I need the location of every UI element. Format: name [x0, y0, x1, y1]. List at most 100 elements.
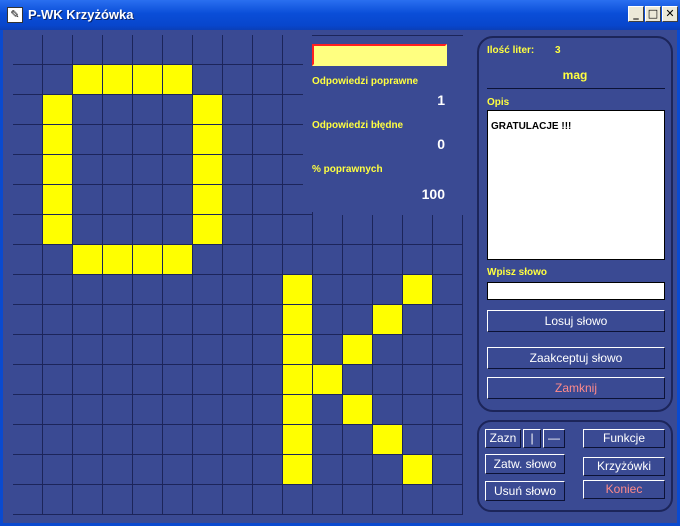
grid-cell[interactable]	[403, 335, 433, 365]
grid-cell[interactable]	[223, 185, 253, 215]
delete-word-button[interactable]: Usuń słowo	[485, 481, 565, 501]
grid-cell[interactable]	[253, 395, 283, 425]
grid-cell[interactable]	[223, 425, 253, 455]
grid-cell[interactable]	[433, 305, 463, 335]
grid-cell[interactable]	[13, 275, 43, 305]
grid-cell-filled[interactable]	[283, 365, 313, 395]
grid-cell[interactable]	[43, 365, 73, 395]
grid-cell-filled[interactable]	[193, 185, 223, 215]
grid-cell[interactable]	[253, 125, 283, 155]
grid-cell[interactable]	[163, 425, 193, 455]
grid-cell[interactable]	[103, 335, 133, 365]
grid-cell-filled[interactable]	[103, 65, 133, 95]
grid-cell[interactable]	[223, 335, 253, 365]
grid-cell[interactable]	[313, 215, 343, 245]
grid-cell[interactable]	[73, 425, 103, 455]
grid-cell-filled[interactable]	[193, 125, 223, 155]
accept-word-button[interactable]: Zaakceptuj słowo	[487, 347, 665, 369]
grid-cell[interactable]	[343, 215, 373, 245]
grid-cell[interactable]	[13, 185, 43, 215]
grid-cell[interactable]	[193, 65, 223, 95]
grid-cell[interactable]	[313, 455, 343, 485]
grid-cell-filled[interactable]	[73, 65, 103, 95]
grid-cell[interactable]	[43, 275, 73, 305]
title-bar[interactable]: ✎ P-WK Krzyżówka _ □ ✕	[0, 0, 680, 30]
grid-cell[interactable]	[103, 125, 133, 155]
grid-cell[interactable]	[73, 185, 103, 215]
grid-cell[interactable]	[103, 275, 133, 305]
grid-cell-filled[interactable]	[193, 95, 223, 125]
grid-cell[interactable]	[253, 425, 283, 455]
grid-cell[interactable]	[13, 395, 43, 425]
grid-cell[interactable]	[13, 125, 43, 155]
random-word-button[interactable]: Losuj słowo	[487, 310, 665, 332]
grid-cell[interactable]	[73, 455, 103, 485]
grid-cell[interactable]	[313, 335, 343, 365]
grid-cell[interactable]	[163, 125, 193, 155]
grid-cell[interactable]	[43, 245, 73, 275]
grid-cell-filled[interactable]	[283, 395, 313, 425]
grid-cell[interactable]	[13, 95, 43, 125]
grid-cell[interactable]	[73, 95, 103, 125]
grid-cell[interactable]	[133, 395, 163, 425]
grid-cell[interactable]	[73, 305, 103, 335]
grid-cell[interactable]	[163, 455, 193, 485]
grid-cell[interactable]	[373, 365, 403, 395]
grid-cell-filled[interactable]	[343, 395, 373, 425]
grid-cell[interactable]	[163, 485, 193, 515]
grid-cell-filled[interactable]	[373, 425, 403, 455]
grid-cell[interactable]	[223, 365, 253, 395]
grid-cell[interactable]	[43, 65, 73, 95]
grid-cell[interactable]	[403, 245, 433, 275]
grid-cell[interactable]	[163, 35, 193, 65]
grid-cell-filled[interactable]	[133, 65, 163, 95]
grid-cell[interactable]	[253, 35, 283, 65]
grid-cell[interactable]	[223, 215, 253, 245]
crosswords-button[interactable]: Krzyżówki	[583, 457, 665, 476]
grid-cell[interactable]	[223, 95, 253, 125]
grid-cell[interactable]	[403, 425, 433, 455]
grid-cell[interactable]	[343, 305, 373, 335]
grid-cell[interactable]	[253, 365, 283, 395]
grid-cell[interactable]	[343, 365, 373, 395]
grid-cell-filled[interactable]	[163, 65, 193, 95]
grid-cell[interactable]	[13, 455, 43, 485]
grid-cell[interactable]	[13, 305, 43, 335]
grid-cell[interactable]	[193, 305, 223, 335]
grid-cell[interactable]	[253, 155, 283, 185]
grid-cell[interactable]	[223, 125, 253, 155]
grid-cell[interactable]	[103, 95, 133, 125]
grid-cell-filled[interactable]	[403, 455, 433, 485]
grid-cell[interactable]	[433, 215, 463, 245]
grid-cell[interactable]	[73, 275, 103, 305]
grid-cell[interactable]	[313, 485, 343, 515]
grid-cell[interactable]	[133, 35, 163, 65]
grid-cell-filled[interactable]	[313, 365, 343, 395]
grid-cell[interactable]	[163, 185, 193, 215]
grid-cell[interactable]	[73, 335, 103, 365]
grid-cell[interactable]	[283, 215, 313, 245]
horizontal-toggle[interactable]: —	[543, 429, 565, 448]
grid-cell-filled[interactable]	[73, 245, 103, 275]
grid-cell[interactable]	[133, 305, 163, 335]
grid-cell[interactable]	[403, 365, 433, 395]
grid-cell[interactable]	[103, 215, 133, 245]
grid-cell[interactable]	[373, 245, 403, 275]
close-button[interactable]: ✕	[662, 6, 678, 22]
grid-cell[interactable]	[223, 245, 253, 275]
grid-cell[interactable]	[13, 35, 43, 65]
grid-cell[interactable]	[343, 275, 373, 305]
grid-cell[interactable]	[373, 395, 403, 425]
grid-cell[interactable]	[223, 155, 253, 185]
grid-cell[interactable]	[133, 95, 163, 125]
word-input[interactable]	[487, 282, 665, 300]
grid-cell[interactable]	[73, 35, 103, 65]
grid-cell[interactable]	[223, 35, 253, 65]
grid-cell[interactable]	[133, 275, 163, 305]
grid-cell[interactable]	[103, 305, 133, 335]
grid-cell[interactable]	[223, 485, 253, 515]
close-panel-button[interactable]: Zamknij	[487, 377, 665, 399]
grid-cell[interactable]	[133, 365, 163, 395]
grid-cell[interactable]	[73, 365, 103, 395]
grid-cell-filled[interactable]	[43, 125, 73, 155]
